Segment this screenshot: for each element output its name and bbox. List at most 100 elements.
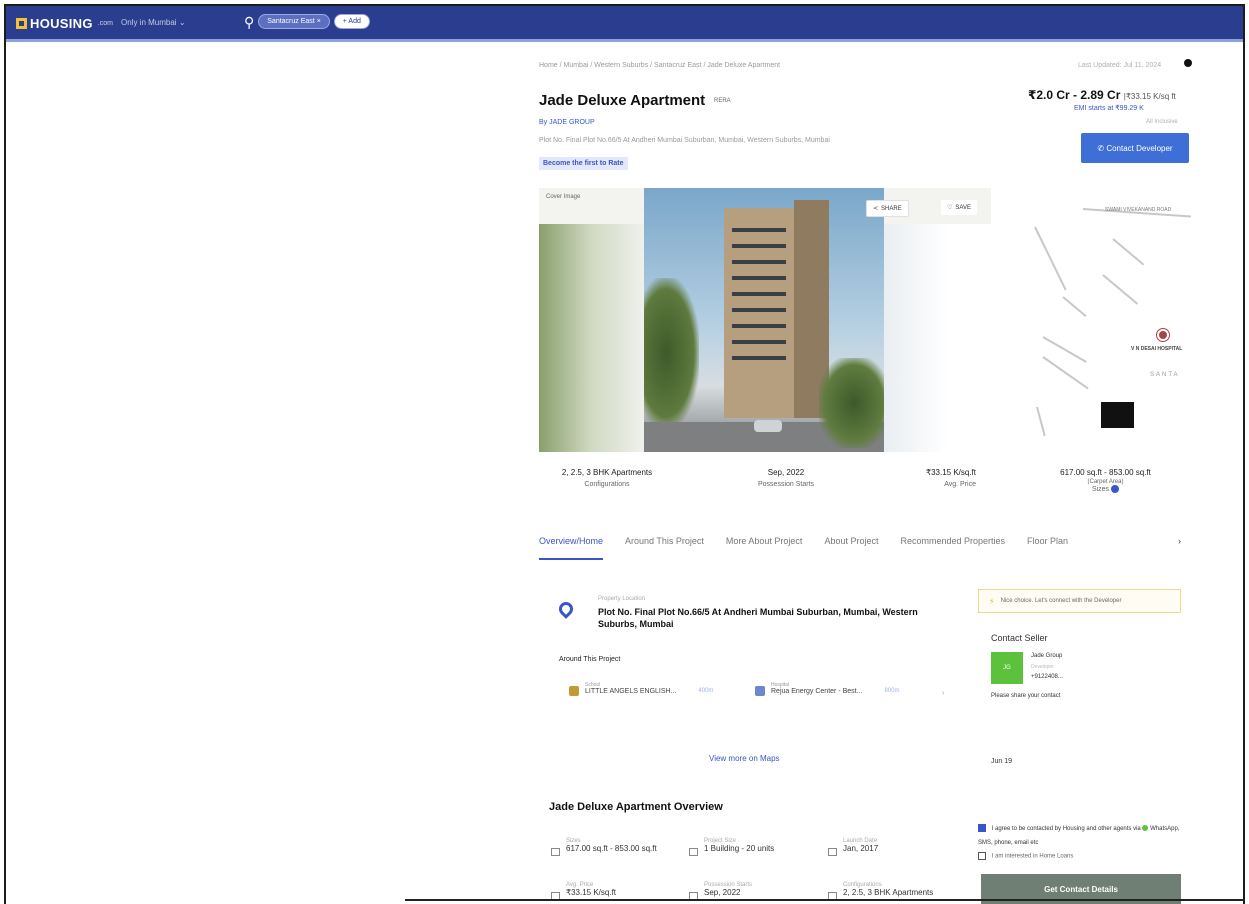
calendar-icon [828, 848, 837, 856]
ruler-icon [551, 848, 560, 856]
brand-logo[interactable]: HOUSING .com [16, 16, 113, 31]
search-bar[interactable]: ⚲ Santacruz East × + Add [244, 14, 370, 29]
tab-overview[interactable]: Overview/Home [539, 536, 604, 560]
tab-about-project[interactable]: About Project [824, 536, 878, 560]
save-label: SAVE [955, 204, 971, 211]
project-gallery[interactable]: ≺ SHARE ♡ SAVE [539, 188, 991, 452]
around-next-arrow[interactable]: › [942, 690, 944, 697]
city-selector[interactable]: Only in Mumbai ⌄ [121, 18, 186, 27]
overview-item-project-size: Project Size 1 Building - 20 units [689, 838, 799, 856]
overview-item-possession: Possession Starts Sep, 2022 [689, 882, 799, 900]
price-range-value: ₹2.0 Cr - 2.89 Cr [1028, 88, 1121, 102]
building-photo[interactable] [644, 188, 889, 452]
overview-item-value: 2, 2.5, 3 BHK Apartments [843, 888, 934, 897]
window-row [732, 308, 786, 312]
share-icon: ≺ [873, 206, 879, 212]
stat-configurations: 2, 2.5, 3 BHK Apartments Configurations [552, 468, 662, 488]
view-more-maps-link[interactable]: View more on Maps [709, 754, 780, 763]
bottom-edge-line [405, 899, 1245, 901]
contact-developer-button[interactable]: ✆ Contact Developer [1081, 133, 1189, 163]
map-area-label: SANTA [1150, 372, 1180, 378]
overview-item-value: 1 Building - 20 units [704, 844, 775, 853]
map-road [1034, 226, 1067, 291]
last-updated: Last Updated: Jul 11, 2024 [1078, 62, 1162, 69]
overview-item-sizes: Sizes 617.00 sq.ft - 853.00 sq.ft [551, 838, 661, 856]
nice-choice-text: Nice choice. Let's connect with the Deve… [1000, 598, 1122, 604]
search-locality-chip[interactable]: Santacruz East × [258, 14, 330, 29]
map-road [1102, 274, 1139, 305]
dot-marker [1184, 59, 1192, 67]
info-icon[interactable] [1111, 485, 1120, 493]
building-icon [689, 848, 698, 856]
map-road [1112, 238, 1145, 266]
window-row [732, 324, 786, 328]
stat-label: Possession Starts [757, 481, 815, 488]
sizes-toggle[interactable]: Sizes [1028, 485, 1183, 493]
add-locality-button[interactable]: + Add [333, 14, 370, 29]
tab-floor-plan[interactable]: Floor Plan [1027, 536, 1068, 560]
seller-avatar: JG [991, 652, 1023, 684]
overview-item-text: Sizes 617.00 sq.ft - 853.00 sq.ft [566, 838, 657, 856]
overview-item-text: Possession Starts Sep, 2022 [704, 882, 752, 900]
cover-image-label: Cover Image [546, 194, 581, 200]
map-road [1036, 406, 1046, 437]
gallery-blur-right [884, 224, 991, 452]
property-location-address: Plot No. Final Plot No.66/5 At Andheri M… [598, 607, 918, 629]
side-note: Jun 19 [991, 758, 1013, 765]
stat-value: 617.00 sq.ft - 853.00 sq.ft [1060, 468, 1151, 477]
nice-choice-banner: ⚡ Nice choice. Let's connect with the De… [978, 589, 1181, 613]
whatsapp-icon [1142, 825, 1149, 832]
around-project-title: Around This Project [559, 656, 621, 663]
overview-item-value: 617.00 sq.ft - 853.00 sq.ft [566, 844, 657, 853]
stat-label: Configurations [584, 481, 630, 488]
emi-link[interactable]: EMI starts at ₹99.29 K [1074, 104, 1144, 112]
stat-value: Sep, 2022 [767, 468, 805, 477]
car [754, 420, 782, 432]
around-item-text: Hospital Rejua Energy Center - Best... [771, 682, 862, 695]
around-item-school[interactable]: School LITTLE ANGELS ENGLISH... 400m [569, 682, 713, 696]
overview-item-text: Project Size 1 Building - 20 units [704, 838, 774, 856]
developer-link[interactable]: By JADE GROUP [539, 119, 595, 126]
city-label: Only in Mumbai [121, 18, 177, 27]
map-hospital-label: V N DESAI HOSPITAL [1131, 346, 1183, 352]
project-address: Plot No. Final Plot No.66/5 At Andheri M… [539, 137, 830, 144]
gallery-blur-left [539, 224, 644, 452]
home-loan-option[interactable]: I am interested in Home Loans [978, 852, 1073, 860]
search-icon[interactable]: ⚲ [244, 15, 254, 29]
share-contact-prompt: Please share your contact [991, 693, 1061, 699]
tab-recommended-properties[interactable]: Recommended Properties [900, 536, 1005, 560]
tabs-next-arrow[interactable]: › [1178, 536, 1181, 546]
overview-item-text: Avg. Price ₹33.15 K/sq.ft [566, 882, 616, 900]
seller-role: Developer [1031, 664, 1054, 670]
map-road-label: SWAMI VIVEKANAND ROAD [1105, 207, 1172, 213]
tab-more-about-project[interactable]: More About Project [726, 536, 803, 560]
section-tabs: Overview/Home Around This Project More A… [539, 536, 1068, 560]
share-button[interactable]: ≺ SHARE [866, 200, 909, 217]
top-navigation-bar: HOUSING .com Only in Mumbai ⌄ ⚲ Santacru… [6, 6, 1243, 42]
around-item-text: School LITTLE ANGELS ENGLISH... [585, 682, 676, 695]
contact-seller-heading: Contact Seller [991, 633, 1048, 643]
window-row [732, 244, 786, 248]
map-pin-icon[interactable] [1157, 329, 1169, 341]
window-row [732, 356, 786, 360]
map-road [1062, 296, 1087, 318]
overview-item-value: Jan, 2017 [843, 844, 879, 853]
close-icon[interactable]: × [317, 18, 321, 25]
around-item-distance: 800m [884, 688, 900, 694]
price-range: ₹2.0 Cr - 2.89 Cr |₹33.15 K/sq ft [1028, 88, 1176, 102]
map-road [1042, 356, 1089, 390]
location-map[interactable]: SWAMI VIVEKANAND ROAD V N DESAI HOSPITAL… [1033, 186, 1191, 458]
consent-checkbox[interactable] [978, 824, 986, 833]
overview-item-text: Launch Date Jan, 2017 [843, 838, 878, 856]
chip-label: Santacruz East [267, 18, 315, 25]
overview-item-configurations: Configurations 2, 2.5, 3 BHK Apartments [828, 882, 958, 900]
heart-icon: ♡ [947, 205, 953, 211]
breadcrumb[interactable]: Home / Mumbai / Western Suburbs / Santac… [539, 62, 780, 69]
save-button[interactable]: ♡ SAVE [941, 200, 977, 215]
tab-around-project[interactable]: Around This Project [625, 536, 704, 560]
home-loan-checkbox[interactable] [978, 852, 986, 860]
around-item-hospital[interactable]: Hospital Rejua Energy Center - Best... 8… [755, 682, 899, 696]
rera-badge[interactable]: RERA [714, 98, 731, 104]
rate-project-button[interactable]: Become the first to Rate [539, 157, 628, 170]
hospital-icon [755, 686, 765, 696]
